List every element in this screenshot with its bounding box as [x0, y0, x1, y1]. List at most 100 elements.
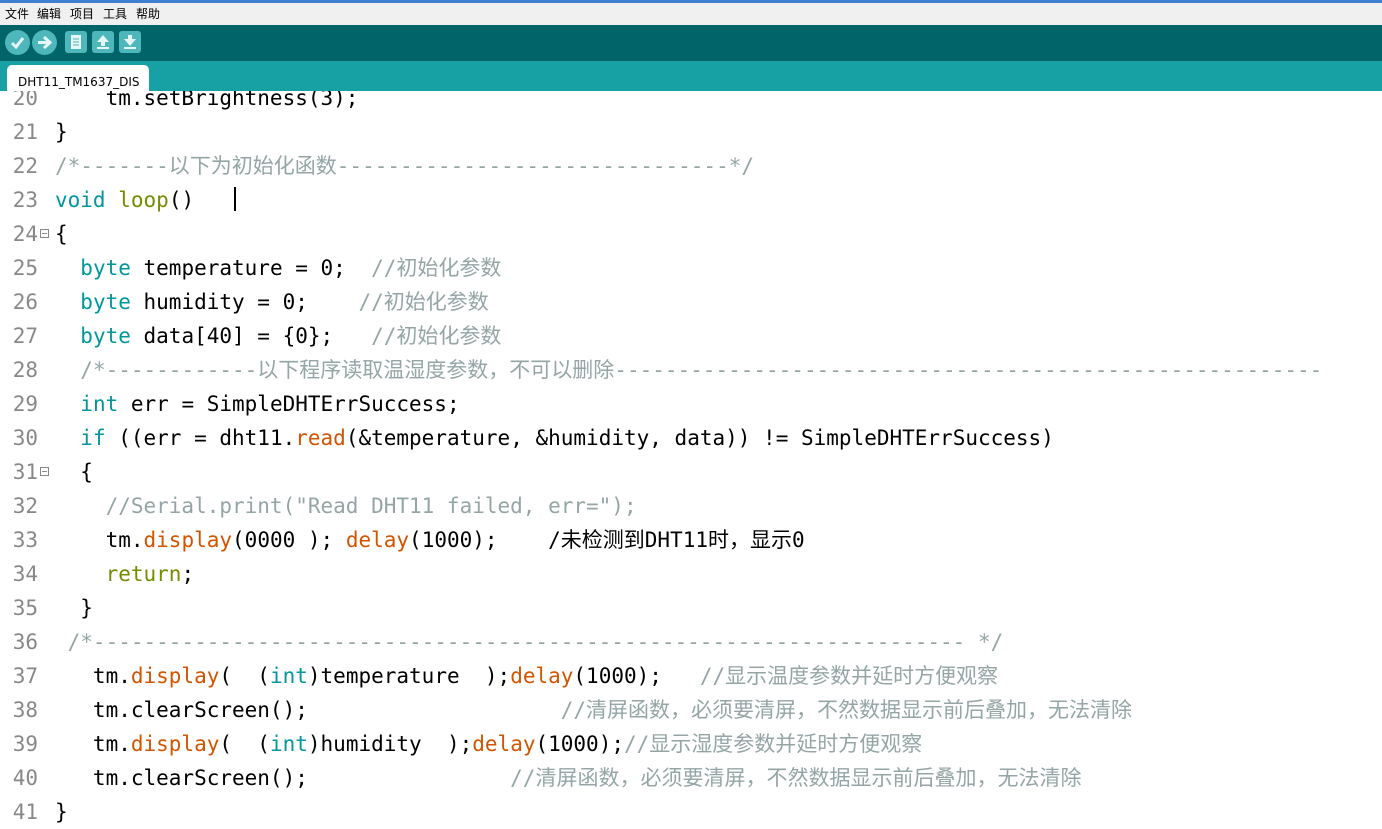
code-line[interactable]: 31 {	[0, 455, 1382, 489]
code-line[interactable]: 20 tm.setBrightness(3);	[0, 91, 1382, 115]
code-token: //清屏函数，必须要清屏，不然数据显示前后叠加，无法清除	[560, 698, 1133, 722]
code-token: (1000);	[535, 732, 624, 756]
menu-bar: 文件 编辑 项目 工具 帮助	[0, 0, 1382, 25]
verify-button[interactable]	[5, 30, 30, 55]
code-token: }	[55, 800, 68, 824]
line-number: 23	[12, 188, 38, 212]
code-text: void loop()	[55, 183, 194, 217]
code-line[interactable]: 21}	[0, 115, 1382, 149]
new-button[interactable]	[65, 31, 87, 53]
fold-toggle-icon[interactable]	[40, 467, 49, 476]
code-token: tm.	[55, 664, 131, 688]
save-button[interactable]	[119, 31, 141, 53]
code-token: //初始化参数	[358, 290, 489, 314]
code-token: //显示湿度参数并延时方便观察	[624, 732, 923, 756]
line-number: 20	[12, 91, 38, 110]
code-text: {	[55, 217, 68, 251]
code-token: byte	[80, 290, 131, 314]
code-text: tm.clearScreen(); //清屏函数，必须要清屏，不然数据显示前后叠…	[55, 761, 1082, 795]
menu-edit[interactable]: 编辑	[37, 7, 61, 21]
code-line[interactable]: 27 byte data[40] = {0}; //初始化参数	[0, 319, 1382, 353]
menu-help[interactable]: 帮助	[136, 7, 160, 21]
line-number: 37	[12, 664, 38, 688]
line-number: 35	[12, 596, 38, 620]
code-line[interactable]: 23 void loop()	[0, 183, 1382, 217]
code-token: )humidity );	[307, 732, 473, 756]
code-text: /*--------------------------------------…	[55, 625, 1004, 659]
code-token: tm.	[55, 528, 144, 552]
code-line[interactable]: 28 /*------------以下程序读取温湿度参数，不可以删除------…	[0, 353, 1382, 387]
code-token: }	[55, 120, 68, 144]
menu-project[interactable]: 项目	[70, 7, 94, 21]
line-number: 33	[12, 528, 38, 552]
code-token: ;	[181, 562, 195, 586]
code-line[interactable]: 30 if ((err = dht11.read(&temperature, &…	[0, 421, 1382, 455]
code-token: ( (	[219, 664, 270, 688]
code-line[interactable]: 35 }	[0, 591, 1382, 625]
code-text: }	[55, 115, 68, 149]
code-line[interactable]: 29 int err = SimpleDHTErrSuccess;	[0, 387, 1382, 421]
tab-sketch[interactable]: DHT11_TM1637_DIS	[7, 65, 149, 91]
code-token: delay	[510, 664, 574, 688]
code-text: int err = SimpleDHTErrSuccess;	[55, 387, 460, 421]
menu-tools[interactable]: 工具	[103, 7, 127, 21]
code-token: display	[130, 664, 220, 688]
line-number: 25	[12, 256, 38, 280]
upload-button[interactable]	[32, 30, 57, 55]
line-number: 32	[12, 494, 38, 518]
code-token: /*--------------------------------------…	[55, 630, 1004, 654]
code-token: tm.	[55, 732, 131, 756]
code-line[interactable]: 41}	[0, 795, 1382, 829]
open-button[interactable]	[92, 31, 114, 53]
line-number: 26	[12, 290, 38, 314]
code-text: }	[55, 795, 68, 829]
line-number: 39	[12, 732, 38, 756]
code-token: (0000 );	[232, 528, 346, 552]
code-token: tm.setBrightness(3);	[55, 91, 359, 110]
code-line[interactable]: 22 /*-------以下为初始化函数---------------------…	[0, 149, 1382, 183]
code-token: int	[269, 732, 308, 756]
code-text: tm.setBrightness(3);	[55, 91, 359, 115]
code-line[interactable]: 39 tm.display( (int)humidity );delay(100…	[0, 727, 1382, 761]
code-line[interactable]: 32 //Serial.print("Read DHT11 failed, er…	[0, 489, 1382, 523]
code-token: humidity = 0;	[130, 290, 359, 314]
code-line[interactable]: 33 tm.display(0000 ); delay(1000); /未检测到…	[0, 523, 1382, 557]
code-line[interactable]: 40 tm.clearScreen(); //清屏函数，必须要清屏，不然数据显示…	[0, 761, 1382, 795]
fold-toggle-icon[interactable]	[40, 229, 49, 238]
code-line[interactable]: 36 /*-----------------------------------…	[0, 625, 1382, 659]
code-token: byte	[80, 256, 131, 280]
code-line[interactable]: 34 return;	[0, 557, 1382, 591]
code-line[interactable]: 38 tm.clearScreen(); //清屏函数，必须要清屏，不然数据显示…	[0, 693, 1382, 727]
code-token: err = SimpleDHTErrSuccess;	[118, 392, 460, 416]
code-token: display	[130, 732, 220, 756]
code-token: /*------------以下程序读取温湿度参数，不可以删除---------…	[80, 358, 1323, 382]
code-token: }	[55, 596, 93, 620]
code-line[interactable]: 25 byte temperature = 0; //初始化参数	[0, 251, 1382, 285]
code-token: //初始化参数	[371, 256, 502, 280]
code-text: if ((err = dht11.read(&temperature, &hum…	[55, 421, 1054, 455]
arrow-right-icon	[38, 35, 53, 50]
code-line[interactable]: 24 {	[0, 217, 1382, 251]
code-token: ()	[168, 188, 195, 212]
code-token: loop	[118, 188, 169, 212]
line-number: 36	[12, 630, 38, 654]
code-line[interactable]: 26 byte humidity = 0; //初始化参数	[0, 285, 1382, 319]
code-token: delay	[472, 732, 536, 756]
code-text: byte data[40] = {0}; //初始化参数	[55, 319, 501, 353]
code-token: ((err = dht11.	[105, 426, 296, 450]
code-token: tm.clearScreen();	[55, 766, 511, 790]
code-text: /*-------以下为初始化函数-----------------------…	[55, 149, 754, 183]
code-editor[interactable]: 20 tm.setBrightness(3); 21} 22/*-------以下为…	[0, 91, 1382, 829]
code-text: tm.display( (int)temperature );delay(100…	[55, 659, 998, 693]
code-text: return;	[55, 557, 195, 591]
code-line[interactable]: 37 tm.display( (int)temperature );delay(…	[0, 659, 1382, 693]
line-number: 27	[12, 324, 38, 348]
code-token: if	[80, 426, 106, 450]
menu-file[interactable]: 文件	[5, 7, 29, 21]
line-number: 29	[12, 392, 38, 416]
toolbar	[0, 25, 1382, 61]
